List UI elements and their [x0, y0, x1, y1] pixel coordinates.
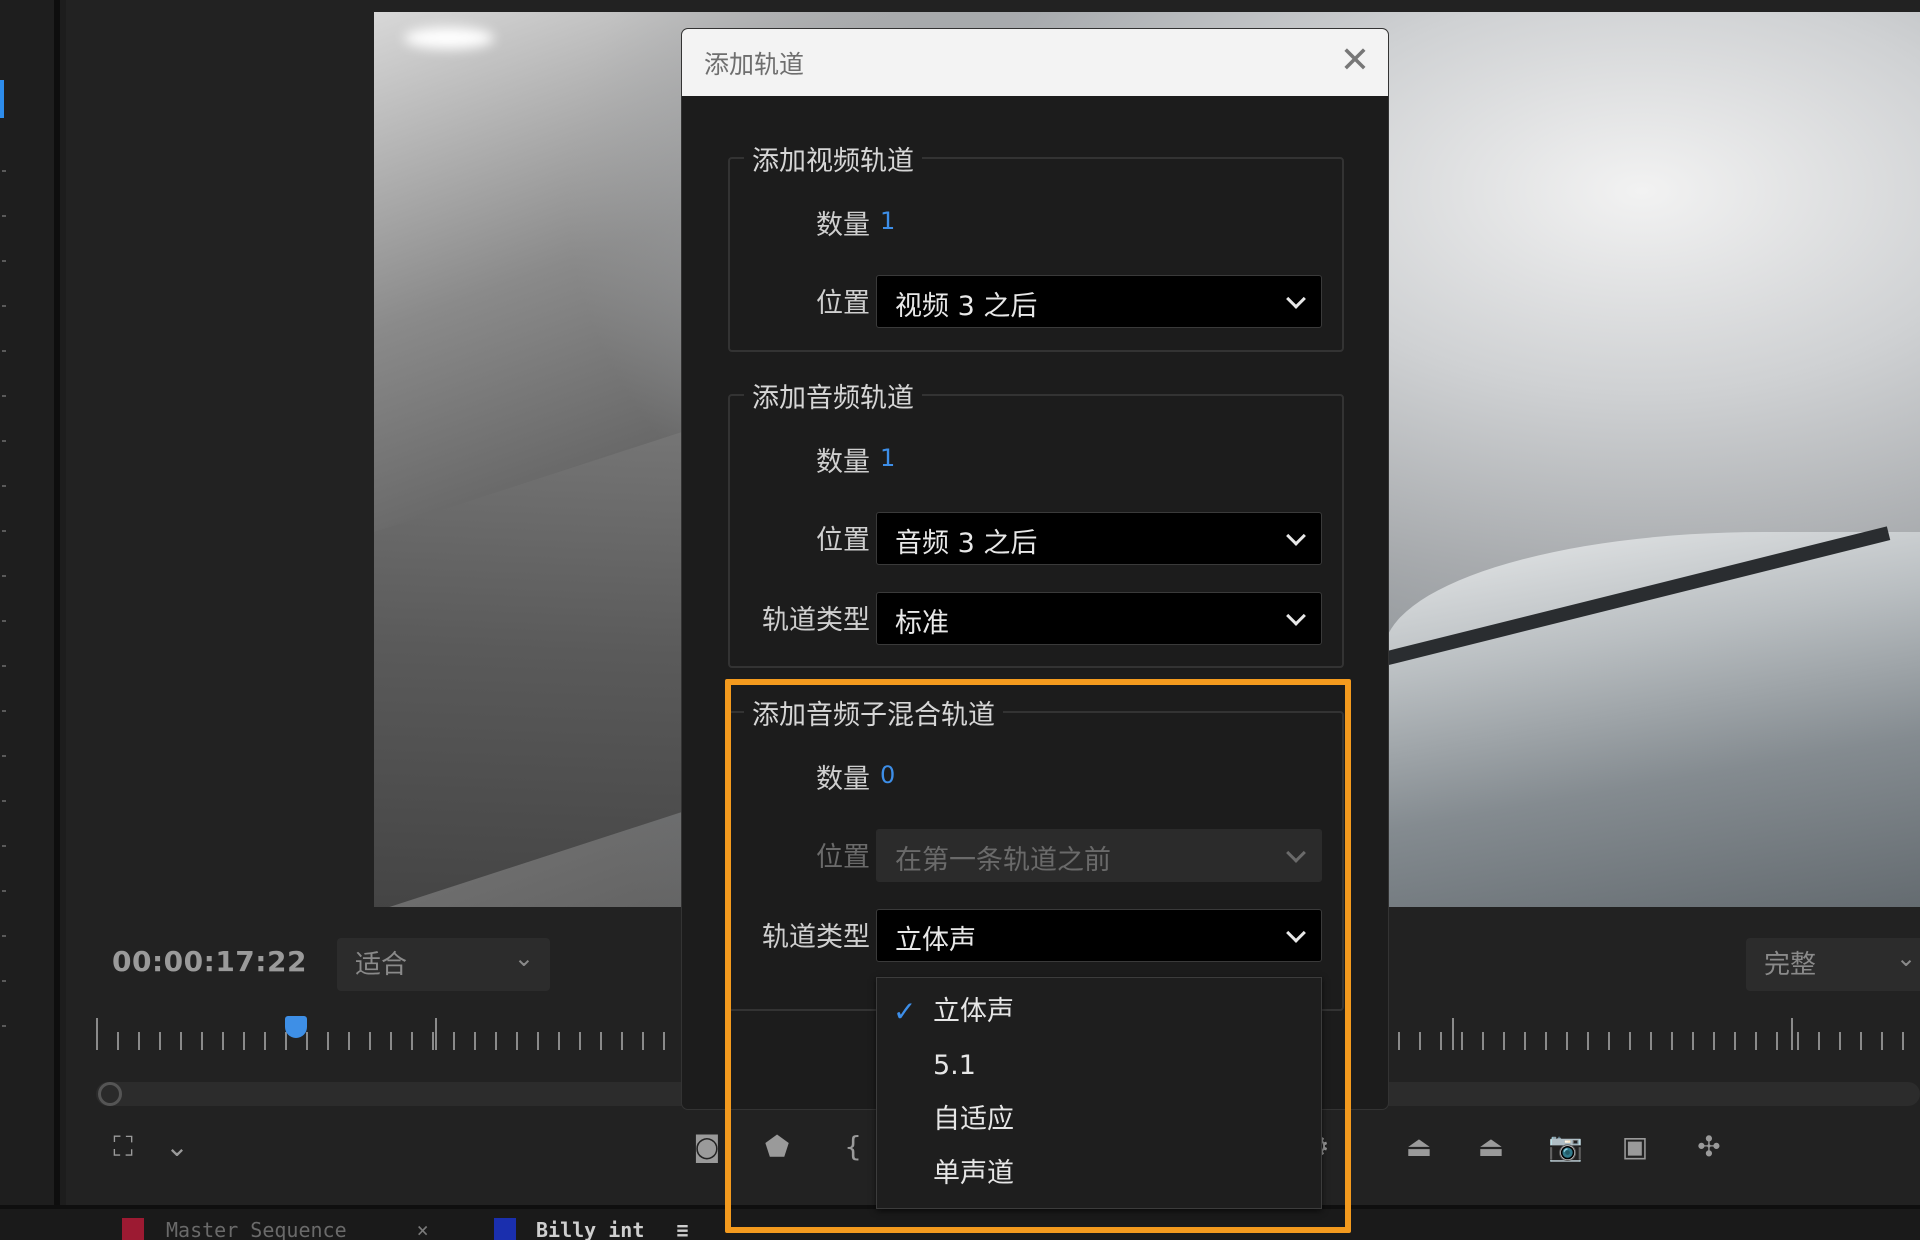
- left-panel: [0, 0, 60, 1205]
- chevron-down-icon: [1286, 606, 1306, 626]
- select-value: 标准: [895, 608, 949, 639]
- checkmark-icon: ✓: [893, 995, 917, 1028]
- tab-master-sequence[interactable]: Master Sequence ×: [122, 1218, 429, 1240]
- video-tracks-group: 添加视频轨道 数量 1 位置 视频 3 之后: [728, 139, 1344, 352]
- chevron-down-icon: [1286, 526, 1306, 546]
- button-editor-icon[interactable]: ✣: [1692, 1130, 1726, 1164]
- marker-icon[interactable]: ⬟: [760, 1130, 794, 1164]
- tab-label: Master Sequence: [166, 1218, 347, 1240]
- option-label: 单声道: [933, 1158, 1014, 1189]
- resolution-value: 完整: [1764, 950, 1817, 980]
- track-type-label: 轨道类型: [762, 605, 870, 636]
- select-value: 音频 3 之后: [895, 528, 1038, 559]
- option-label: 自适应: [933, 1104, 1014, 1135]
- group-legend: 添加音频轨道: [744, 376, 922, 415]
- select-value: 在第一条轨道之前: [895, 845, 1111, 876]
- dropdown-option-mono[interactable]: 单声道: [877, 1147, 1321, 1201]
- camera-icon[interactable]: ◙: [690, 1130, 724, 1164]
- video-position-select[interactable]: 视频 3 之后: [876, 275, 1322, 328]
- playhead-timecode[interactable]: 00:00:17:22: [112, 945, 307, 978]
- chevron-down-icon[interactable]: ⌄: [160, 1130, 194, 1164]
- select-value: 立体声: [895, 925, 976, 956]
- audio-tracks-group: 添加音频轨道 数量 1 位置 音频 3 之后 轨道类型 标准: [728, 376, 1344, 668]
- select-value: 视频 3 之后: [895, 291, 1038, 322]
- playhead-marker[interactable]: [285, 1016, 307, 1038]
- video-count-value[interactable]: 1: [880, 207, 895, 235]
- count-label: 数量: [816, 764, 870, 795]
- submix-position-select: 在第一条轨道之前: [876, 829, 1322, 882]
- dropdown-option-adaptive[interactable]: 自适应: [877, 1093, 1321, 1147]
- group-legend: 添加音频子混合轨道: [744, 693, 1003, 732]
- resolution-select[interactable]: 完整 ⌄: [1746, 938, 1920, 991]
- extract-icon[interactable]: ⏏: [1474, 1130, 1508, 1164]
- close-icon[interactable]: ✕: [1340, 39, 1370, 83]
- count-label: 数量: [816, 210, 870, 241]
- mark-in-icon[interactable]: {: [836, 1130, 870, 1164]
- safe-margins-icon[interactable]: ⛶: [106, 1130, 140, 1164]
- option-label: 立体声: [933, 996, 1014, 1027]
- position-label: 位置: [816, 525, 870, 556]
- close-icon[interactable]: ×: [417, 1218, 429, 1240]
- premiere-workspace: 00:00:17:22 适合 ⌄ 完整 ⌄ ⛶ ⌄ ◙ ⬟ { ⚙ ⏏ ⏏ 📷 …: [0, 0, 1920, 1240]
- position-label: 位置: [816, 842, 870, 873]
- lift-icon[interactable]: ⏏: [1402, 1130, 1436, 1164]
- panel-ruler: [2, 170, 6, 1070]
- export-frame-icon[interactable]: 📷: [1548, 1130, 1583, 1164]
- chevron-down-icon: ⌄: [1896, 944, 1917, 972]
- chevron-down-icon: [1286, 843, 1306, 863]
- audio-submix-group: 添加音频子混合轨道 数量 0 位置 在第一条轨道之前 轨道类型 立体声: [728, 693, 1344, 1011]
- track-type-label: 轨道类型: [762, 922, 870, 953]
- track-type-dropdown-list: ✓ 立体声 5.1 自适应 单声道: [876, 977, 1322, 1209]
- add-tracks-dialog: 添加轨道 ✕ 添加视频轨道 数量 1 位置 视频 3 之后 添加音频轨道 数量 …: [682, 29, 1388, 1109]
- option-label: 5.1: [933, 1050, 976, 1081]
- submix-track-type-select[interactable]: 立体声: [876, 909, 1322, 962]
- audio-position-select[interactable]: 音频 3 之后: [876, 512, 1322, 565]
- dialog-title: 添加轨道: [704, 50, 805, 79]
- sequence-color-swatch: [122, 1218, 144, 1240]
- dropdown-option-stereo[interactable]: ✓ 立体声: [877, 985, 1321, 1039]
- audio-track-type-select[interactable]: 标准: [876, 592, 1322, 645]
- chevron-down-icon: [1286, 923, 1306, 943]
- dropdown-option-5-1[interactable]: 5.1: [877, 1039, 1321, 1093]
- tab-billy-int[interactable]: Billy int ≡: [494, 1218, 688, 1240]
- audio-count-value[interactable]: 1: [880, 444, 895, 472]
- tab-label: Billy int: [536, 1218, 645, 1240]
- zoom-fit-select[interactable]: 适合 ⌄: [337, 938, 550, 991]
- count-label: 数量: [816, 447, 870, 478]
- group-legend: 添加视频轨道: [744, 139, 922, 178]
- submix-count-value[interactable]: 0: [880, 761, 895, 789]
- chevron-down-icon: [1286, 289, 1306, 309]
- scrollbar-handle[interactable]: [98, 1082, 122, 1106]
- hamburger-menu-icon[interactable]: ≡: [676, 1218, 688, 1240]
- chevron-down-icon: ⌄: [513, 944, 534, 972]
- ceiling-lamp: [404, 27, 494, 49]
- zoom-fit-value: 适合: [355, 950, 408, 980]
- panel-accent: [0, 80, 4, 118]
- compare-view-icon[interactable]: ▣: [1618, 1130, 1652, 1164]
- position-label: 位置: [816, 288, 870, 319]
- dialog-titlebar: 添加轨道 ✕: [682, 29, 1388, 96]
- sequence-color-swatch: [494, 1218, 516, 1240]
